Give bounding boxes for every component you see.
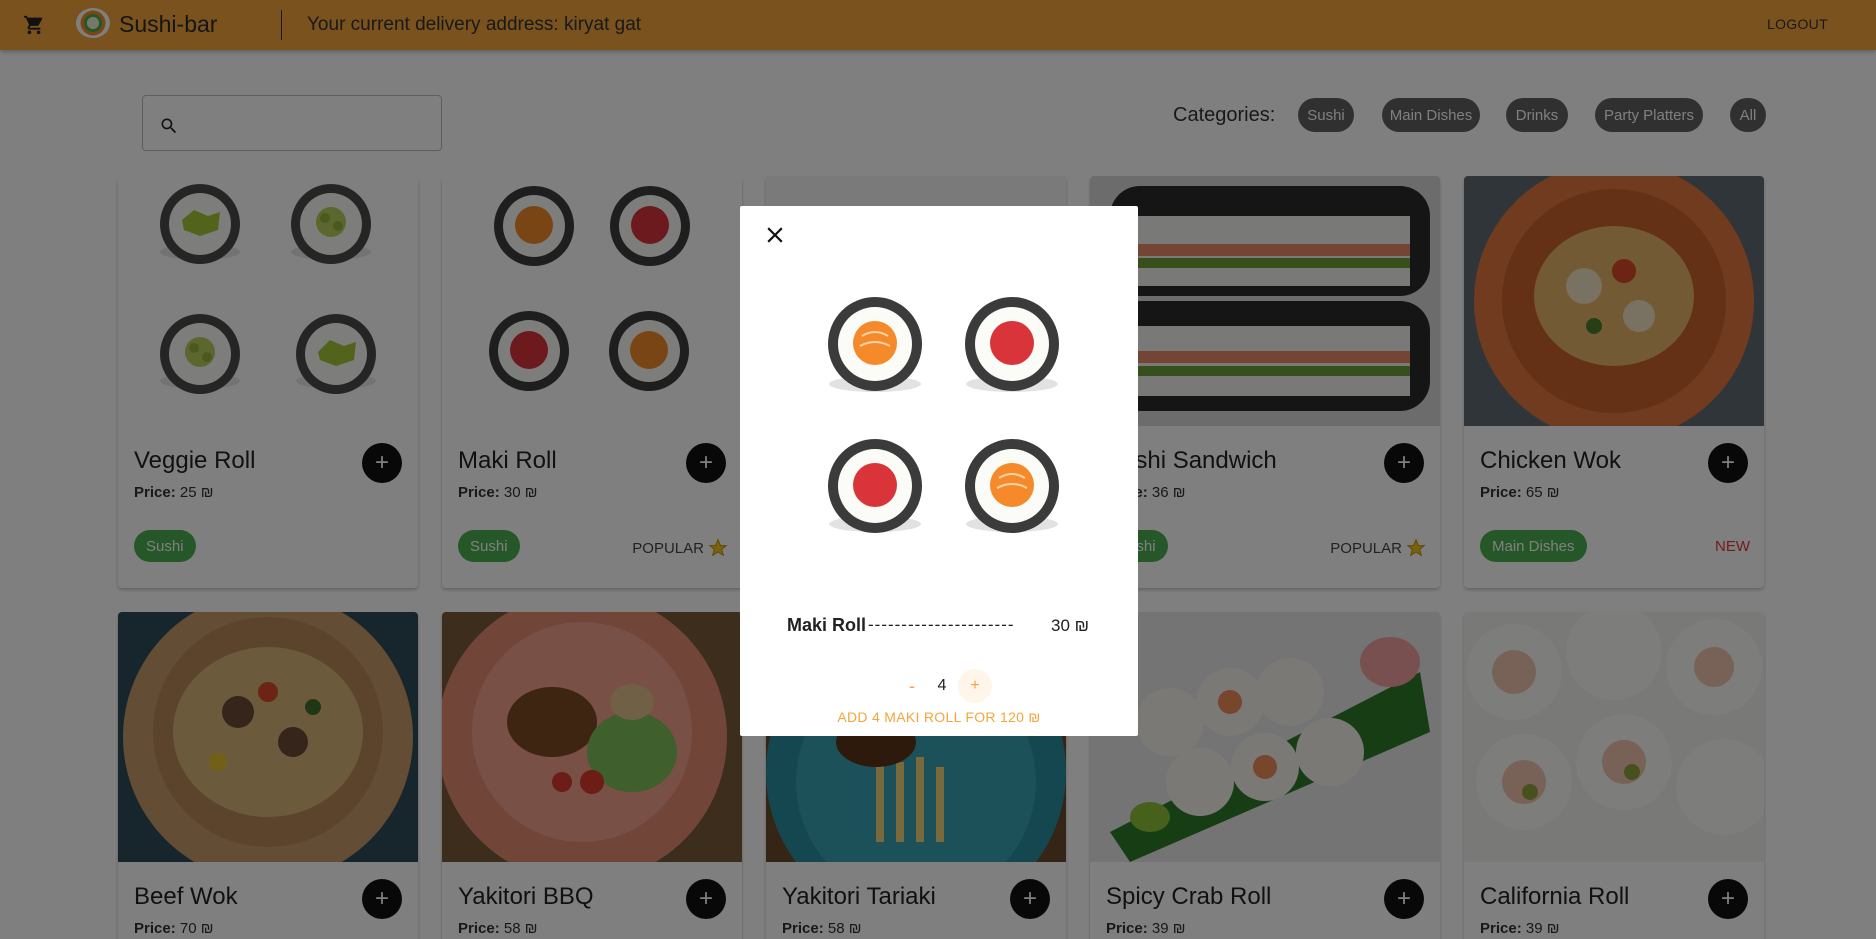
product-image	[800, 274, 1078, 564]
dialog-item-price: 30 ₪	[1051, 616, 1090, 635]
dialog-dash-leader: ----------------------	[868, 615, 1015, 634]
add-to-order-button[interactable]: ADD 4 MAKI ROLL FOR 120 ₪	[800, 706, 1078, 728]
quantity-value: 4	[937, 677, 947, 694]
decrease-quantity-button[interactable]: -	[897, 671, 927, 701]
increase-quantity-button[interactable]: +	[958, 669, 992, 703]
close-icon[interactable]	[762, 222, 788, 248]
product-dialog: Maki Roll ---------------------- 30 ₪ - …	[740, 206, 1138, 736]
dialog-item-name: Maki Roll	[787, 615, 867, 635]
